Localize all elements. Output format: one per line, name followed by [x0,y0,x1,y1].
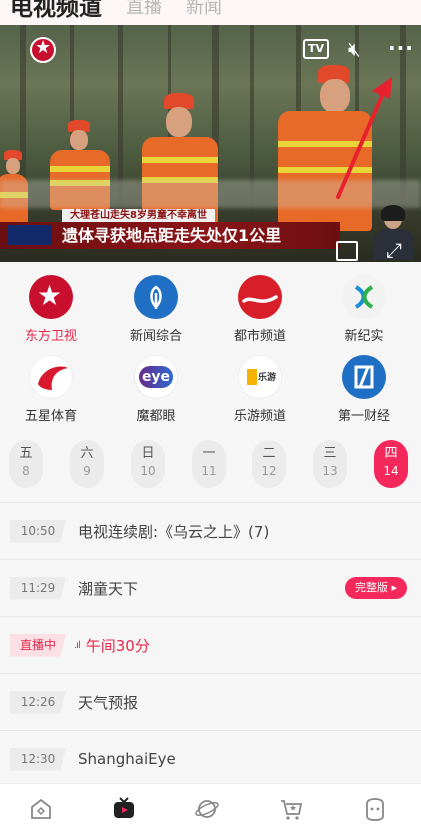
channel-tabs: 电视频道 直播 新闻 [0,0,421,26]
ticker-tag [8,225,52,245]
program-time: 11:29 [10,576,66,600]
program-schedule: 10:50 电视连续剧:《乌云之上》(7) 11:29 潮童天下 完整版 ▸ 直… [0,502,421,787]
program-title: 潮童天下 [78,579,139,598]
eye-logo-icon: eye [134,355,178,399]
picture-in-picture-icon[interactable] [336,241,358,261]
finance-logo-icon [342,355,386,399]
dragon-tv-logo-icon: ★ [29,275,73,319]
face-icon[interactable] [362,796,390,824]
date-item[interactable]: 二 12 [252,440,286,488]
tab-tv-channels[interactable]: 电视频道 [10,0,102,22]
sports-logo-icon [29,355,73,399]
home-icon[interactable] [28,796,56,824]
news-logo-icon [134,275,178,319]
schedule-row[interactable]: 12:30 ShanghaiEye [0,730,421,787]
program-time: 12:30 [10,747,66,771]
city-logo-icon [238,275,282,319]
channel-documentary[interactable]: 新纪实 [314,275,414,344]
full-version-button[interactable]: 完整版 ▸ [344,577,407,599]
channel-grid: ★ 东方卫视 新闻综合 都市频道 新纪实 五星体育 eye 魔都眼 乐游 乐游频… [0,270,421,430]
bottom-navigation [0,783,421,831]
channel-name: 新闻综合 [129,329,182,344]
live-signal-icon: .ıl [74,639,81,651]
schedule-row[interactable]: 10:50 电视连续剧:《乌云之上》(7) [0,502,421,559]
channel-name: 五星体育 [24,409,77,424]
date-item[interactable]: 三 13 [313,440,347,488]
red-arrow-annotation [336,77,392,199]
documentary-logo-icon [342,275,386,319]
schedule-row[interactable]: 12:26 天气预报 [0,673,421,730]
channel-finance[interactable]: 第一财经 [314,355,414,424]
channel-travel[interactable]: 乐游 乐游频道 [210,355,310,424]
channel-sports[interactable]: 五星体育 [1,355,101,424]
program-title: 电视连续剧:《乌云之上》(7) [78,522,270,541]
live-badge: 直播中 [10,633,66,657]
tab-news[interactable]: 新闻 [186,0,222,22]
tab-live[interactable]: 直播 [126,0,162,22]
channel-news[interactable]: 新闻综合 [106,275,206,344]
travel-logo-icon: 乐游 [238,355,282,399]
cart-star-icon[interactable] [278,796,306,824]
date-selector: 五8 六9 日 10 一 11 二 12 三 13 四 14 [0,440,421,490]
program-title: 午间30分 [85,636,150,655]
channel-watermark-icon [30,37,56,63]
program-time: 12:26 [10,690,66,714]
planet-icon[interactable] [194,796,222,824]
program-time: 10:50 [10,519,66,543]
date-item[interactable]: 一 11 [192,440,226,488]
channel-name: 魔都眼 [136,409,176,424]
channel-dragon-tv[interactable]: ★ 东方卫视 [1,275,101,344]
mute-icon[interactable]: 🔇︎ [348,39,361,59]
program-title: ShanghaiEye [78,750,176,768]
fullscreen-icon[interactable]: ⤢ [386,240,402,260]
channel-name: 乐游频道 [233,409,286,424]
date-item[interactable]: 日 10 [131,440,165,488]
ticker-headline: 大理苍山走失8岁男童不幸离世 [62,209,215,222]
date-item-selected[interactable]: 四 14 [374,440,408,488]
tv-icon[interactable] [111,796,139,824]
channel-name: 都市频道 [233,329,286,344]
channel-name: 新纪实 [344,329,384,344]
channel-city[interactable]: 都市频道 [210,275,310,344]
schedule-row-live[interactable]: 直播中 .ıl 午间30分 [0,616,421,673]
schedule-row[interactable]: 11:29 潮童天下 完整版 ▸ [0,559,421,616]
cast-tv-button[interactable]: TV [303,39,329,59]
date-item[interactable]: 五8 [9,440,43,488]
video-player[interactable]: TV 🔇︎ ··· 大理苍山走失8岁男童不幸离世 遗体寻获地点距走失处仅1公里 … [0,25,421,262]
date-item[interactable]: 六9 [70,440,104,488]
channel-name: 东方卫视 [24,329,77,344]
program-title: 天气预报 [78,693,139,712]
channel-name: 第一财经 [337,409,390,424]
channel-eye[interactable]: eye 魔都眼 [106,355,206,424]
more-options-icon[interactable]: ··· [388,38,414,58]
